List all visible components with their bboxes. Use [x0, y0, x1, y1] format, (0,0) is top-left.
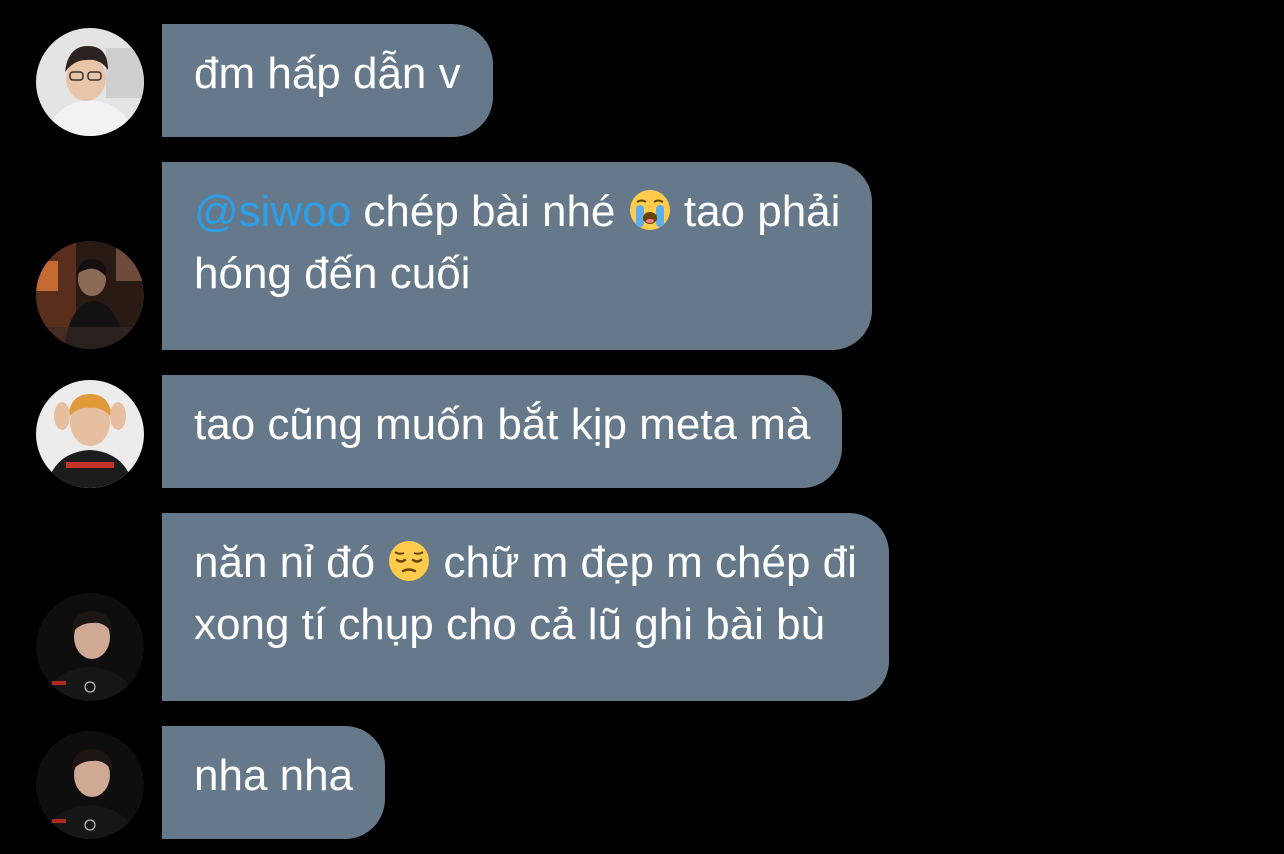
message-line-1: năn nỉ đó chữ m đẹp m chép đi	[194, 532, 857, 594]
pensive-face-icon	[387, 539, 431, 583]
avatar-mercedes-jersey[interactable]	[36, 593, 144, 701]
message-bubble-2[interactable]: @siwoo chép bài nhé tao phải hóng đến cu…	[162, 162, 873, 350]
loudly-crying-face-icon	[628, 188, 672, 232]
message-bubble-5[interactable]: nha nha	[162, 726, 386, 839]
message-text: tao phải	[671, 187, 841, 236]
message-text: đm hấp dẫn v	[194, 49, 461, 98]
avatar-mercedes-jersey[interactable]	[36, 731, 144, 839]
message-bubble-3[interactable]: tao cũng muốn bắt kịp meta mà	[162, 375, 843, 488]
message-text: nha nha	[194, 751, 354, 800]
message-text: tao cũng muốn bắt kịp meta mà	[194, 400, 811, 449]
message-bubble-1[interactable]: đm hấp dẫn v	[162, 24, 493, 137]
message-text: chữ m đẹp m chép đi	[431, 538, 857, 587]
message-bubble-4[interactable]: năn nỉ đó chữ m đẹp m chép đi xong tí ch…	[162, 513, 889, 701]
message-text: năn nỉ đó	[194, 538, 388, 587]
avatar-white-hoodie-boy[interactable]	[36, 28, 144, 136]
message-text: chép bài nhé	[351, 187, 628, 236]
message-line-1: @siwoo chép bài nhé tao phải	[194, 181, 840, 243]
avatar-griffin-player[interactable]	[36, 380, 144, 488]
avatar-dark-silhouette[interactable]	[36, 241, 144, 349]
message-line-2: xong tí chụp cho cả lũ ghi bài bù	[194, 600, 826, 649]
message-line-2: hóng đến cuối	[194, 249, 471, 298]
mention-link[interactable]: @siwoo	[194, 187, 351, 236]
